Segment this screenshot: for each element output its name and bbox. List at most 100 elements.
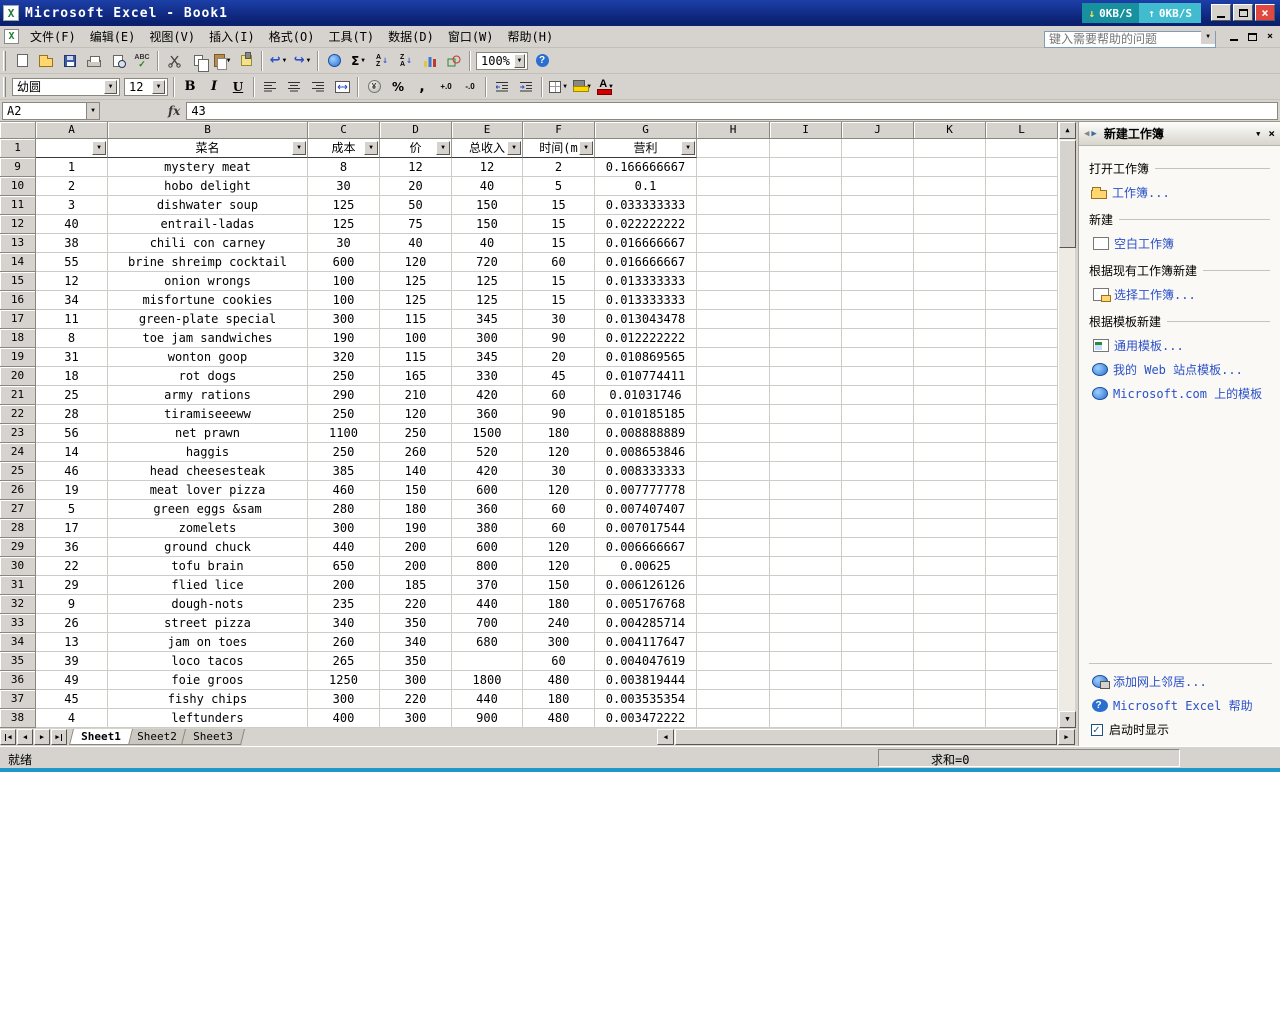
grid-cell[interactable]: 480 [523, 709, 595, 728]
grid-cell[interactable] [914, 329, 986, 348]
grid-cell[interactable] [770, 462, 842, 481]
show-at-startup-row[interactable]: 启动时显示 [1091, 721, 1272, 738]
row-header-12[interactable]: 12 [0, 215, 36, 234]
autofilter-dropdown-button[interactable]: ▼ [436, 141, 450, 155]
grid-cell[interactable]: 60 [523, 519, 595, 538]
grid-cell[interactable]: 13 [36, 633, 108, 652]
grid-cell[interactable]: 520 [452, 443, 523, 462]
grid-cell[interactable] [697, 576, 770, 595]
grid-cell[interactable] [842, 310, 914, 329]
menu-item[interactable]: 视图(V) [142, 25, 202, 48]
grid-cell[interactable] [914, 139, 986, 158]
grid-cell[interactable]: 0.007017544 [595, 519, 697, 538]
size-dropdown-icon[interactable]: ▼ [152, 79, 165, 94]
taskpane-link[interactable]: 我的 Web 站点模板... [1091, 361, 1270, 378]
grid-cell[interactable]: 200 [308, 576, 380, 595]
grid-cell[interactable] [697, 158, 770, 177]
grid-cell[interactable] [770, 652, 842, 671]
row-header-32[interactable]: 32 [0, 595, 36, 614]
menu-item[interactable]: 数据(D) [381, 25, 441, 48]
grid-cell[interactable] [986, 253, 1058, 272]
grid-cell[interactable]: 38 [36, 234, 108, 253]
insert-function-button[interactable]: fx [162, 104, 186, 118]
grid-cell[interactable]: 50 [380, 196, 452, 215]
grid-cell[interactable] [914, 310, 986, 329]
grid-cell[interactable] [986, 291, 1058, 310]
grid-cell[interactable] [986, 538, 1058, 557]
grid-cell[interactable]: toe jam sandwiches [108, 329, 308, 348]
grid-cell[interactable] [914, 652, 986, 671]
scroll-up-button[interactable]: ▲ [1059, 122, 1076, 139]
grid-cell[interactable] [770, 576, 842, 595]
grid-cell[interactable]: 0.006126126 [595, 576, 697, 595]
row-header-17[interactable]: 17 [0, 310, 36, 329]
taskpane-footer-link[interactable]: 添加网上邻居... [1091, 673, 1272, 690]
grid-cell[interactable]: 100 [308, 291, 380, 310]
decrease-indent-button[interactable] [491, 77, 513, 97]
grid-cell[interactable]: 120 [523, 557, 595, 576]
grid-cell[interactable]: fishy chips [108, 690, 308, 709]
row-header-9[interactable]: 9 [0, 158, 36, 177]
grid-cell[interactable] [986, 424, 1058, 443]
grid-cell[interactable] [914, 633, 986, 652]
align-center-button[interactable] [283, 77, 305, 97]
column-header-B[interactable]: B [108, 122, 308, 139]
grid-cell[interactable] [842, 519, 914, 538]
grid-cell[interactable]: 90 [523, 329, 595, 348]
redo-dropdown-icon[interactable]: ▼ [307, 57, 311, 64]
grid-cell[interactable] [986, 557, 1058, 576]
underline-button[interactable]: U [227, 77, 249, 97]
grid-cell[interactable] [842, 348, 914, 367]
grid-cell[interactable] [770, 348, 842, 367]
grid-cell[interactable]: 31 [36, 348, 108, 367]
grid-cell[interactable]: 1500 [452, 424, 523, 443]
grid-cell[interactable]: 22 [36, 557, 108, 576]
grid-cell[interactable]: 8 [308, 158, 380, 177]
grid-cell[interactable]: 60 [523, 386, 595, 405]
scroll-right-button[interactable]: ▶ [1058, 729, 1075, 745]
grid-cell[interactable]: 17 [36, 519, 108, 538]
grid-cell[interactable] [697, 595, 770, 614]
grid-cell[interactable]: head cheesesteak [108, 462, 308, 481]
grid-cell[interactable]: 40 [36, 215, 108, 234]
taskpane-link[interactable]: 空白工作簿 [1091, 235, 1270, 252]
grid-cell[interactable]: 2 [36, 177, 108, 196]
grid-cell[interactable]: 15 [523, 215, 595, 234]
print-button[interactable] [83, 51, 105, 71]
grid-cell[interactable]: 380 [452, 519, 523, 538]
grid-cell[interactable]: 185 [380, 576, 452, 595]
grid-cell[interactable]: 0.004047619 [595, 652, 697, 671]
grid-cell[interactable] [842, 671, 914, 690]
grid-cell[interactable] [986, 310, 1058, 329]
grid-cell[interactable]: 300 [380, 671, 452, 690]
select-all-corner[interactable] [0, 122, 36, 139]
grid-cell[interactable] [842, 481, 914, 500]
new-button[interactable] [11, 51, 33, 71]
grid-cell[interactable] [697, 139, 770, 158]
autofilter-dropdown-button[interactable]: ▼ [579, 141, 593, 155]
grid-cell[interactable] [914, 557, 986, 576]
grid-cell[interactable]: 1250 [308, 671, 380, 690]
grid-cell[interactable] [986, 139, 1058, 158]
grid-cell[interactable]: 0.008333333 [595, 462, 697, 481]
task-pane-dropdown-icon[interactable]: ▼ [1256, 130, 1260, 138]
grid-cell[interactable]: 300 [523, 633, 595, 652]
borders-button[interactable]: ▼ [547, 77, 569, 97]
grid-cell[interactable] [770, 329, 842, 348]
grid-cell[interactable]: haggis [108, 443, 308, 462]
decrease-decimal-button[interactable]: -.0 [459, 77, 481, 97]
grid-cell[interactable]: 345 [452, 348, 523, 367]
scroll-down-button[interactable]: ▼ [1059, 711, 1076, 728]
grid-cell[interactable]: 150 [452, 196, 523, 215]
sheet-tab-Sheet2[interactable]: Sheet2 [124, 729, 189, 745]
grid-cell[interactable] [697, 367, 770, 386]
grid-cell[interactable] [914, 196, 986, 215]
grid-cell[interactable] [770, 310, 842, 329]
menu-item[interactable]: 文件(F) [23, 25, 83, 48]
grid-cell[interactable] [986, 234, 1058, 253]
paste-button[interactable]: ▼ [211, 51, 233, 71]
row-header-1[interactable]: 1 [0, 139, 36, 158]
scroll-left-button[interactable]: ◀ [657, 729, 674, 745]
grid-cell[interactable]: 250 [380, 424, 452, 443]
grid-cell[interactable]: 125 [380, 272, 452, 291]
